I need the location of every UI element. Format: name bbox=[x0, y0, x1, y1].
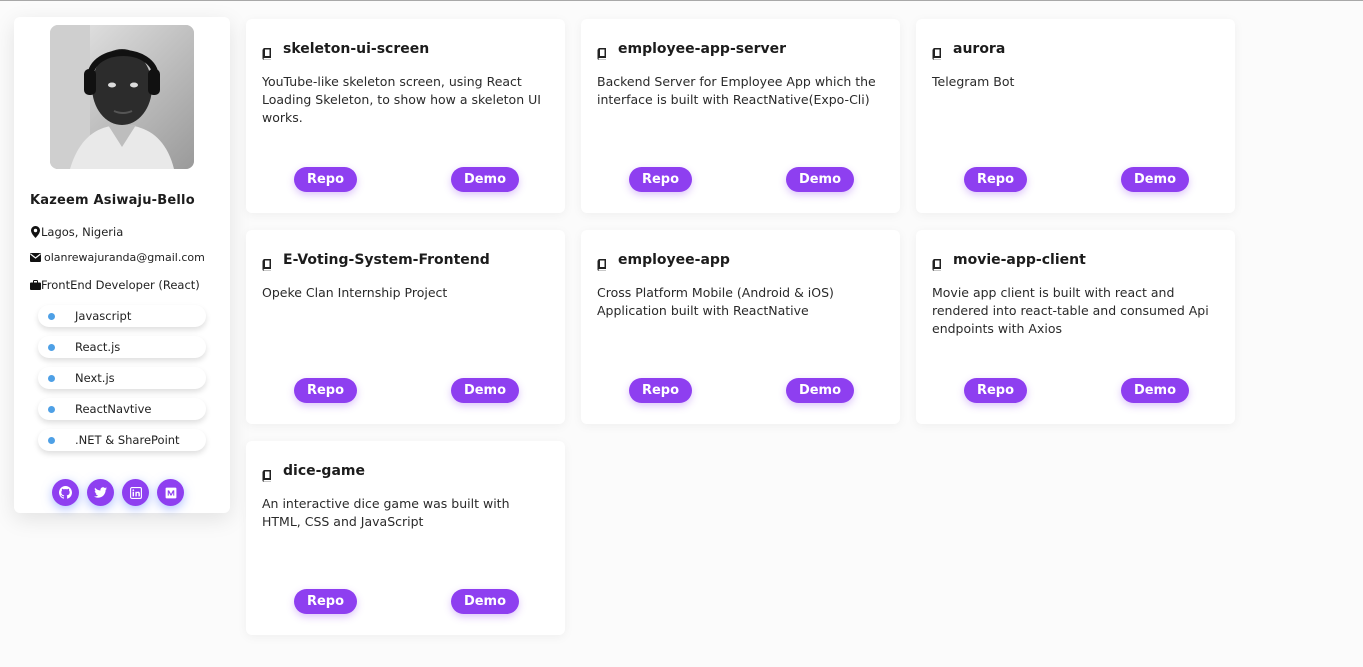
skill-pill: .NET & SharePoint bbox=[38, 429, 206, 451]
envelope-icon bbox=[30, 252, 41, 264]
project-card: aurora Telegram Bot Repo Demo bbox=[916, 19, 1235, 213]
email-row: olanrewajuranda@gmail.com bbox=[30, 251, 205, 264]
location-row: Lagos, Nigeria bbox=[30, 225, 123, 239]
briefcase-icon bbox=[30, 279, 41, 291]
repo-book-icon bbox=[597, 256, 607, 275]
skill-pill: Javascript bbox=[38, 305, 206, 327]
bullet-dot-icon bbox=[48, 436, 55, 444]
project-title[interactable]: E-Voting-System-Frontend bbox=[283, 252, 490, 268]
profile-card: Kazeem Asiwaju-Bello Lagos, Nigeria olan… bbox=[14, 17, 230, 513]
project-card: skeleton-ui-screen YouTube-like skeleton… bbox=[246, 19, 565, 213]
project-description: Telegram Bot bbox=[932, 74, 1015, 89]
project-card: movie-app-client Movie app client is bui… bbox=[916, 230, 1235, 424]
profile-name: Kazeem Asiwaju-Bello bbox=[30, 193, 195, 208]
project-description: Cross Platform Mobile (Android & iOS) Ap… bbox=[597, 285, 834, 318]
project-description: An interactive dice game was built with … bbox=[262, 496, 510, 529]
project-card: dice-game An interactive dice game was b… bbox=[246, 441, 565, 635]
project-title[interactable]: aurora bbox=[953, 41, 1005, 57]
demo-button[interactable]: Demo bbox=[451, 378, 519, 403]
linkedin-icon[interactable] bbox=[122, 479, 149, 506]
project-card: E-Voting-System-Frontend Opeke Clan Inte… bbox=[246, 230, 565, 424]
skill-pill: Next.js bbox=[38, 367, 206, 389]
avatar bbox=[50, 25, 194, 169]
skill-label: .NET & SharePoint bbox=[75, 433, 180, 447]
project-title[interactable]: employee-app bbox=[618, 252, 730, 268]
project-description: Movie app client is built with react and… bbox=[932, 285, 1209, 336]
demo-button[interactable]: Demo bbox=[451, 167, 519, 192]
bullet-dot-icon bbox=[48, 312, 55, 320]
repo-book-icon bbox=[262, 467, 272, 486]
repo-button[interactable]: Repo bbox=[964, 167, 1027, 192]
project-description: Backend Server for Employee App which th… bbox=[597, 74, 876, 107]
repo-button[interactable]: Repo bbox=[629, 378, 692, 403]
demo-button[interactable]: Demo bbox=[1121, 378, 1189, 403]
twitter-icon[interactable] bbox=[87, 479, 114, 506]
project-title[interactable]: employee-app-server bbox=[618, 41, 786, 57]
social-links bbox=[52, 479, 184, 506]
skill-label: Next.js bbox=[75, 371, 115, 385]
medium-icon[interactable] bbox=[157, 479, 184, 506]
skill-pill: ReactNavtive bbox=[38, 398, 206, 420]
demo-button[interactable]: Demo bbox=[451, 589, 519, 614]
repo-book-icon bbox=[262, 45, 272, 64]
repo-button[interactable]: Repo bbox=[294, 167, 357, 192]
repo-button[interactable]: Repo bbox=[964, 378, 1027, 403]
skills-list: Javascript React.js Next.js ReactNavtive… bbox=[38, 305, 206, 460]
skill-pill: React.js bbox=[38, 336, 206, 358]
repo-book-icon bbox=[932, 45, 942, 64]
project-title[interactable]: dice-game bbox=[283, 463, 365, 479]
location-text: Lagos, Nigeria bbox=[41, 225, 124, 239]
repo-book-icon bbox=[597, 45, 607, 64]
demo-button[interactable]: Demo bbox=[1121, 167, 1189, 192]
repo-button[interactable]: Repo bbox=[629, 167, 692, 192]
project-title[interactable]: movie-app-client bbox=[953, 252, 1086, 268]
skill-label: ReactNavtive bbox=[75, 402, 152, 416]
repo-book-icon bbox=[262, 256, 272, 275]
bullet-dot-icon bbox=[48, 405, 55, 413]
demo-button[interactable]: Demo bbox=[786, 378, 854, 403]
project-description: Opeke Clan Internship Project bbox=[262, 285, 448, 300]
project-title[interactable]: skeleton-ui-screen bbox=[283, 41, 429, 57]
top-divider bbox=[0, 0, 1363, 1]
email-text[interactable]: olanrewajuranda@gmail.com bbox=[44, 251, 205, 264]
project-card: employee-app-server Backend Server for E… bbox=[581, 19, 900, 213]
github-icon[interactable] bbox=[52, 479, 79, 506]
repo-button[interactable]: Repo bbox=[294, 378, 357, 403]
bullet-dot-icon bbox=[48, 343, 55, 351]
project-description: YouTube-like skeleton screen, using Reac… bbox=[262, 74, 541, 125]
role-row: FrontEnd Developer (React) bbox=[30, 278, 200, 292]
demo-button[interactable]: Demo bbox=[786, 167, 854, 192]
repo-button[interactable]: Repo bbox=[294, 589, 357, 614]
repo-book-icon bbox=[932, 256, 942, 275]
project-card: employee-app Cross Platform Mobile (Andr… bbox=[581, 230, 900, 424]
map-pin-icon bbox=[30, 226, 41, 238]
bullet-dot-icon bbox=[48, 374, 55, 382]
role-text: FrontEnd Developer (React) bbox=[41, 278, 200, 292]
skill-label: React.js bbox=[75, 340, 121, 354]
skill-label: Javascript bbox=[75, 309, 132, 323]
